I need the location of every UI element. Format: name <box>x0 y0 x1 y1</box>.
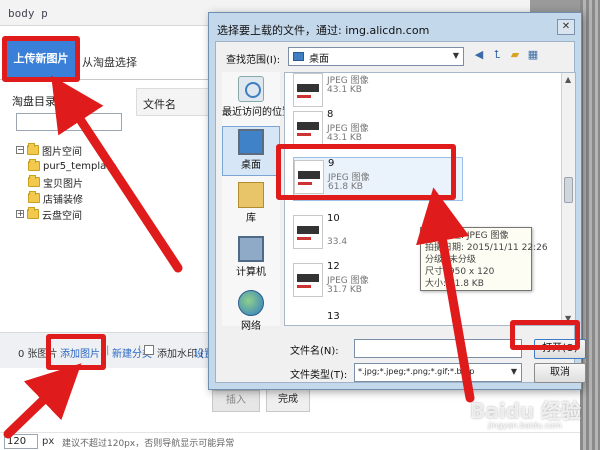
tree-item-template[interactable]: pur5_template <box>28 159 116 173</box>
file-name: 8 <box>327 109 334 120</box>
select-from-taopan-tab[interactable]: 从淘盘选择 <box>82 54 137 70</box>
tree-item-label: 图片空间 <box>42 146 82 158</box>
image-thumbnail-icon <box>293 215 323 249</box>
tree-item-cloud-space[interactable]: + 云盘空间 <box>16 207 82 222</box>
folder-icon <box>27 207 39 219</box>
directory-title: 淘盘目录 <box>12 95 56 108</box>
tree-item-shop-decoration[interactable]: 店铺装修 <box>28 191 83 206</box>
watermark-url: jingyan.baidu.com <box>488 421 562 430</box>
look-in-value: 桌面 <box>309 54 329 65</box>
tree-item-label: 店铺装修 <box>43 194 83 206</box>
done-button[interactable]: 完成 <box>266 388 310 412</box>
file-type-value: *.jpg;*.jpeg;*.png;*.gif;*.bmp <box>358 367 475 376</box>
annotation-box-add-image <box>46 334 106 370</box>
annotation-box-upload <box>2 36 80 82</box>
tree-item-label: pur5_template <box>43 160 117 172</box>
network-icon <box>238 290 264 316</box>
width-unit: px <box>42 436 55 447</box>
folder-icon <box>27 143 39 155</box>
computer-icon <box>238 236 264 262</box>
places-bar: 最近访问的位置 桌面 库 计算机 网络 <box>222 72 292 332</box>
recent-places-icon <box>238 76 264 102</box>
tooltip-type: 项目类型: JPEG 图像 <box>425 231 509 241</box>
back-icon[interactable]: ◀ <box>472 48 486 62</box>
file-info-tooltip: 项目类型: JPEG 图像 拍摄日期: 2015/11/11 22:26 分级:… <box>420 227 548 291</box>
chevron-down-icon: ▼ <box>452 51 459 60</box>
place-desktop[interactable]: 桌面 <box>222 126 280 176</box>
place-library[interactable]: 库 <box>222 180 280 230</box>
place-label: 计算机 <box>236 267 266 278</box>
file-list-scrollbar[interactable]: ▲ ▼ <box>561 73 575 325</box>
tree-item-label: 宝贝图片 <box>43 178 83 190</box>
tree-item-product-images[interactable]: 宝贝图片 <box>28 175 83 190</box>
image-thumbnail-icon <box>293 111 323 145</box>
scroll-up-icon[interactable]: ▲ <box>565 75 571 84</box>
place-recent[interactable]: 最近访问的位置 <box>222 74 292 124</box>
separator: | <box>106 345 110 356</box>
tooltip-dimensions: 尺寸: 950 x 120 <box>425 267 495 277</box>
place-network[interactable]: 网络 <box>222 288 280 338</box>
close-icon[interactable]: ✕ <box>557 19 575 35</box>
directory-search-input[interactable] <box>16 113 122 131</box>
arrow-to-add-image <box>3 363 82 439</box>
look-in-select[interactable]: 桌面 ▼ <box>288 47 464 66</box>
file-name: 12 <box>327 261 340 272</box>
file-item[interactable]: 13 <box>293 311 463 325</box>
breadcrumb: body p <box>8 7 48 20</box>
tooltip-rating: 分级: 未分级 <box>425 255 476 265</box>
width-input[interactable]: 120 <box>4 434 38 449</box>
file-size: 33.4 <box>327 237 348 247</box>
collapse-icon[interactable]: − <box>16 146 24 154</box>
width-hint: 建议不超过120px，否则导航显示可能异常 <box>62 439 235 449</box>
new-folder-icon[interactable]: ▰ <box>508 48 522 62</box>
tooltip-date: 拍摄日期: 2015/11/11 22:26 <box>425 243 548 253</box>
file-size: 43.1 KB <box>327 85 362 95</box>
folder-icon <box>28 159 40 171</box>
separator: | <box>138 345 142 356</box>
place-label: 网络 <box>241 321 261 332</box>
place-label: 库 <box>246 213 256 224</box>
expand-icon[interactable]: + <box>16 210 24 218</box>
file-name-input[interactable] <box>354 339 522 358</box>
place-label: 桌面 <box>241 160 261 171</box>
annotation-box-file-9 <box>276 144 456 200</box>
file-type-label: 文件类型(T): <box>290 370 348 381</box>
file-name: 10 <box>327 213 340 224</box>
file-type-select[interactable]: *.jpg;*.jpeg;*.png;*.gif;*.bmp ▼ <box>354 363 522 382</box>
cancel-button[interactable]: 取消 <box>534 363 586 383</box>
dialog-nav-toolbar: ◀ ⮤ ▰ ▦ <box>472 48 540 62</box>
annotation-box-open <box>510 320 580 350</box>
tree-item-image-space[interactable]: − 图片空间 <box>16 143 82 158</box>
file-name-label: 文件名(N): <box>290 346 339 357</box>
place-label: 最近访问的位置 <box>222 107 292 118</box>
image-thumbnail-icon <box>293 73 323 107</box>
scroll-thumb[interactable] <box>564 177 573 203</box>
look-in-label: 查找范围(I): <box>226 55 281 66</box>
watermark-checkbox[interactable] <box>144 345 154 355</box>
place-computer[interactable]: 计算机 <box>222 234 280 284</box>
dialog-title: 选择要上载的文件，通过: img.alicdn.com <box>217 24 430 37</box>
file-name: 13 <box>327 311 340 322</box>
desktop-icon <box>238 129 264 155</box>
folder-icon <box>28 191 40 203</box>
library-icon <box>238 182 264 208</box>
chevron-down-icon: ▼ <box>510 367 517 376</box>
desktop-icon <box>293 52 304 61</box>
view-menu-icon[interactable]: ▦ <box>526 48 540 62</box>
insert-button[interactable]: 插入 <box>212 390 260 412</box>
folder-icon <box>28 175 40 187</box>
tree-item-label: 云盘空间 <box>42 210 82 222</box>
file-list-header: 文件名 <box>136 88 210 116</box>
file-size: 43.1 KB <box>327 133 362 143</box>
tooltip-size: 大小: 61.8 KB <box>425 279 484 289</box>
file-size: 31.7 KB <box>327 285 362 295</box>
image-thumbnail-icon <box>293 263 323 297</box>
folder-tree: − 图片空间 pur5_template 宝贝图片 店铺装修 + 云盘空间 <box>16 137 128 307</box>
watermark-logo: Baidu 经验 <box>470 399 582 423</box>
up-folder-icon[interactable]: ⮤ <box>490 48 504 62</box>
